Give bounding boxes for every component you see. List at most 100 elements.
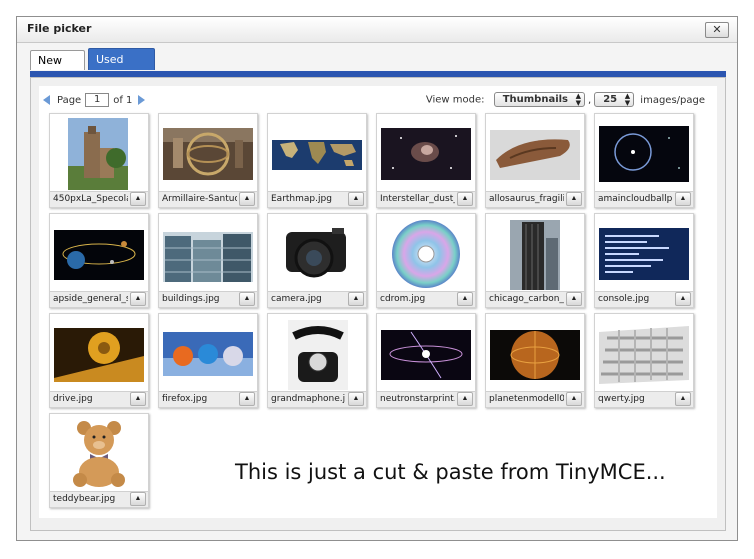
file-name: allosaurus_fragilis bbox=[489, 194, 564, 204]
file-name: planetenmodell01 bbox=[489, 394, 564, 404]
eject-icon[interactable]: ▲ bbox=[457, 392, 473, 406]
tab-new-file[interactable]: New file bbox=[30, 50, 85, 87]
eject-icon[interactable]: ▲ bbox=[239, 192, 255, 206]
file-name: amaincloudballpr bbox=[598, 194, 673, 204]
pager: Page 1 of 1 bbox=[43, 93, 146, 107]
images-per-page-value: 25 bbox=[603, 94, 618, 105]
file-thumbnail[interactable]: chicago_carbon_ ▲ bbox=[485, 213, 585, 308]
file-browser: Page 1 of 1 View mode: Thumbnails ▲ ▼ , 25 … bbox=[39, 86, 717, 518]
view-mode-value: Thumbnails bbox=[502, 94, 568, 105]
close-button[interactable]: ✕ bbox=[705, 22, 729, 38]
eject-icon[interactable]: ▲ bbox=[348, 292, 364, 306]
eject-icon[interactable]: ▲ bbox=[130, 192, 146, 206]
view-separator: , bbox=[588, 94, 592, 106]
file-name: teddybear.jpg bbox=[53, 494, 116, 504]
file-name: grandmaphone.j bbox=[271, 394, 346, 404]
previous-page-icon[interactable] bbox=[43, 95, 50, 105]
console-screen-photo bbox=[599, 218, 689, 290]
rotary-phone-photo bbox=[272, 318, 362, 390]
disk-drive-photo bbox=[54, 318, 144, 390]
file-name: buildings.jpg bbox=[162, 294, 220, 304]
file-thumbnail[interactable]: planetenmodell01 ▲ bbox=[485, 313, 585, 408]
view-mode-label: View mode: bbox=[425, 94, 485, 106]
file-name: neutronstarprint. bbox=[380, 394, 455, 404]
eject-icon[interactable]: ▲ bbox=[239, 392, 255, 406]
dialog-title: File picker bbox=[27, 22, 92, 35]
browser-icons-photo bbox=[163, 318, 253, 390]
eject-icon[interactable]: ▲ bbox=[566, 292, 582, 306]
images-per-page-label: images/page bbox=[640, 94, 705, 106]
eject-icon[interactable]: ▲ bbox=[566, 392, 582, 406]
glass-buildings-photo bbox=[163, 218, 253, 290]
file-thumbnail[interactable]: amaincloudballpr ▲ bbox=[594, 113, 694, 208]
file-thumbnail[interactable]: grandmaphone.j ▲ bbox=[267, 313, 367, 408]
view-mode-select[interactable]: Thumbnails ▲ ▼ bbox=[493, 92, 585, 107]
nebula-photo bbox=[381, 118, 471, 190]
images-per-page-select[interactable]: 25 ▲ ▼ bbox=[594, 92, 635, 107]
cd-disc-photo bbox=[381, 218, 471, 290]
teddy-bear-photo bbox=[54, 418, 144, 490]
space-ring-photo bbox=[599, 118, 689, 190]
armillary-sphere-photo bbox=[163, 118, 253, 190]
file-thumbnail[interactable]: firefox.jpg ▲ bbox=[158, 313, 258, 408]
file-thumbnail[interactable]: buildings.jpg ▲ bbox=[158, 213, 258, 308]
eject-icon[interactable]: ▲ bbox=[675, 292, 691, 306]
camera-photo bbox=[272, 218, 362, 290]
select-arrows-icon: ▲ ▼ bbox=[624, 92, 631, 107]
eject-icon[interactable]: ▲ bbox=[348, 192, 364, 206]
file-name: console.jpg bbox=[598, 294, 650, 304]
file-name: camera.jpg bbox=[271, 294, 322, 304]
eject-icon[interactable]: ▲ bbox=[675, 392, 691, 406]
keyboard-photo bbox=[599, 318, 689, 390]
file-thumbnail[interactable]: console.jpg ▲ bbox=[594, 213, 694, 308]
file-thumbnail[interactable]: Armillaire-Santuc ▲ bbox=[158, 113, 258, 208]
tab-panel: Page 1 of 1 View mode: Thumbnails ▲ ▼ , 25 … bbox=[30, 77, 726, 531]
overlay-note: This is just a cut & paste from TinyMCE.… bbox=[235, 460, 666, 484]
eject-icon[interactable]: ▲ bbox=[457, 192, 473, 206]
file-thumbnail[interactable]: 450pxLa_Specola ▲ bbox=[49, 113, 149, 208]
eject-icon[interactable]: ▲ bbox=[130, 292, 146, 306]
file-name: 450pxLa_Specola bbox=[53, 194, 128, 204]
file-thumbnail[interactable]: qwerty.jpg ▲ bbox=[594, 313, 694, 408]
file-name: drive.jpg bbox=[53, 394, 93, 404]
file-thumbnail[interactable]: neutronstarprint. ▲ bbox=[376, 313, 476, 408]
file-name: Armillaire-Santuc bbox=[162, 194, 237, 204]
file-name: chicago_carbon_ bbox=[489, 294, 564, 304]
file-thumbnail[interactable]: allosaurus_fragilis ▲ bbox=[485, 113, 585, 208]
file-thumbnail[interactable]: cdrom.jpg ▲ bbox=[376, 213, 476, 308]
eject-icon[interactable]: ▲ bbox=[130, 392, 146, 406]
eject-icon[interactable]: ▲ bbox=[348, 392, 364, 406]
fossil-skull-photo bbox=[490, 118, 580, 190]
page-count: of 1 bbox=[113, 95, 133, 106]
next-page-icon[interactable] bbox=[138, 95, 146, 105]
file-name: firefox.jpg bbox=[162, 394, 208, 404]
file-thumbnail[interactable]: apside_general_s ▲ bbox=[49, 213, 149, 308]
page-number-input[interactable]: 1 bbox=[85, 93, 110, 107]
neutron-star-photo bbox=[381, 318, 471, 390]
file-thumbnail[interactable]: Interstellar_dust_ ▲ bbox=[376, 113, 476, 208]
dialog-titlebar: File picker ✕ bbox=[17, 17, 737, 43]
file-name: Earthmap.jpg bbox=[271, 194, 332, 204]
observatory-tower-photo bbox=[54, 118, 144, 190]
eject-icon[interactable]: ▲ bbox=[566, 192, 582, 206]
file-thumbnail[interactable]: Earthmap.jpg ▲ bbox=[267, 113, 367, 208]
file-name: Interstellar_dust_ bbox=[380, 194, 455, 204]
world-map-photo bbox=[272, 118, 362, 190]
file-name: qwerty.jpg bbox=[598, 394, 645, 404]
planet-orbit-photo bbox=[54, 218, 144, 290]
eject-icon[interactable]: ▲ bbox=[457, 292, 473, 306]
bronze-globe-photo bbox=[490, 318, 580, 390]
eject-icon[interactable]: ▲ bbox=[130, 492, 146, 506]
tab-used-files[interactable]: Used files bbox=[88, 48, 155, 88]
skyscraper-photo bbox=[490, 218, 580, 290]
page-label: Page bbox=[57, 95, 82, 106]
eject-icon[interactable]: ▲ bbox=[239, 292, 255, 306]
file-thumbnail[interactable]: drive.jpg ▲ bbox=[49, 313, 149, 408]
file-thumbnail[interactable]: camera.jpg ▲ bbox=[267, 213, 367, 308]
file-picker-dialog: File picker ✕ New file Used files Page1o… bbox=[16, 16, 738, 541]
file-name: cdrom.jpg bbox=[380, 294, 426, 304]
file-thumbnail[interactable]: teddybear.jpg ▲ bbox=[49, 413, 149, 508]
eject-icon[interactable]: ▲ bbox=[675, 192, 691, 206]
select-arrows-icon: ▲ ▼ bbox=[575, 92, 581, 107]
file-name: apside_general_s bbox=[53, 294, 128, 304]
